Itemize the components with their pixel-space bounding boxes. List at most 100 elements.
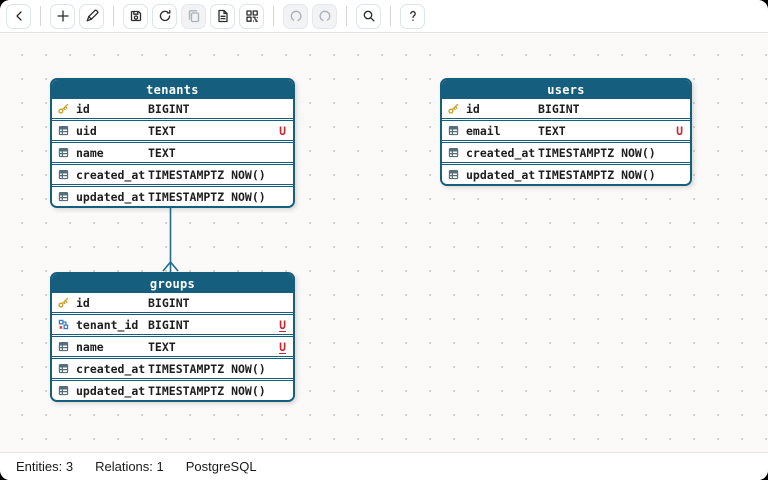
entity-title: tenants <box>146 83 199 97</box>
column-icon <box>447 168 461 181</box>
redo-button <box>312 4 337 29</box>
field-row-uid[interactable]: uidTEXTU <box>52 118 293 140</box>
entity-tenants[interactable]: tenantsidBIGINTuidTEXTUnameTEXTcreated_a… <box>50 78 295 208</box>
relations-count: Relations: 1 <box>95 459 164 474</box>
primary-key-icon <box>57 296 71 309</box>
column-icon <box>57 340 71 353</box>
field-type: TIMESTAMPTZ NOW() <box>148 384 286 398</box>
entity-header[interactable]: users <box>442 80 690 99</box>
unique-badge: U <box>279 340 286 354</box>
field-name: uid <box>76 124 148 138</box>
save-button[interactable] <box>123 4 148 29</box>
entity-title: groups <box>150 277 195 291</box>
field-row-id[interactable]: idBIGINT <box>442 99 690 118</box>
field-name: id <box>76 102 148 116</box>
toolbar <box>0 0 768 33</box>
column-icon <box>57 384 71 397</box>
field-type: TIMESTAMPTZ NOW() <box>148 168 286 182</box>
column-icon <box>57 168 71 181</box>
field-name: name <box>76 340 148 354</box>
field-name: created_at <box>76 362 148 376</box>
field-row-updated_at[interactable]: updated_atTIMESTAMPTZ NOW() <box>52 378 293 400</box>
primary-key-icon <box>57 102 71 115</box>
column-icon <box>57 124 71 137</box>
relation-tenants-groups <box>162 198 179 272</box>
field-name: email <box>466 124 538 138</box>
toolbar-divider <box>346 6 347 26</box>
column-icon <box>57 190 71 203</box>
unique-badge: U <box>279 124 286 138</box>
field-row-updated_at[interactable]: updated_atTIMESTAMPTZ NOW() <box>442 162 690 184</box>
entity-groups[interactable]: groupsidBIGINTtenant_idBIGINTUnameTEXTUc… <box>50 272 295 402</box>
copy-icon <box>186 8 202 24</box>
field-type: TIMESTAMPTZ NOW() <box>148 190 286 204</box>
field-name: updated_at <box>76 190 148 204</box>
field-row-name[interactable]: nameTEXTU <box>52 334 293 356</box>
column-icon <box>57 362 71 375</box>
search-button[interactable] <box>356 4 381 29</box>
qr-grid-icon <box>244 8 260 24</box>
field-type: TEXT <box>538 124 676 138</box>
refresh-button[interactable] <box>152 4 177 29</box>
pen-icon <box>84 8 100 24</box>
field-row-name[interactable]: nameTEXT <box>52 140 293 162</box>
field-type: TEXT <box>148 124 279 138</box>
database-dialect: PostgreSQL <box>186 459 257 474</box>
field-row-id[interactable]: idBIGINT <box>52 293 293 312</box>
field-type: BIGINT <box>538 102 683 116</box>
column-icon <box>57 146 71 159</box>
field-row-tenant_id[interactable]: tenant_idBIGINTU <box>52 312 293 334</box>
undo-button <box>283 4 308 29</box>
field-row-email[interactable]: emailTEXTU <box>442 118 690 140</box>
redo-icon <box>317 8 333 24</box>
grid-view-button[interactable] <box>239 4 264 29</box>
field-name: tenant_id <box>76 318 148 332</box>
field-name: created_at <box>76 168 148 182</box>
plus-icon <box>55 8 71 24</box>
refresh-icon <box>157 8 173 24</box>
toolbar-divider <box>40 6 41 26</box>
back-button[interactable] <box>6 4 31 29</box>
unique-badge: U <box>279 318 286 332</box>
field-type: TIMESTAMPTZ NOW() <box>538 146 683 160</box>
field-type: BIGINT <box>148 318 279 332</box>
column-icon <box>447 146 461 159</box>
help-button[interactable] <box>400 4 425 29</box>
field-row-id[interactable]: idBIGINT <box>52 99 293 118</box>
edit-button[interactable] <box>79 4 104 29</box>
field-name: created_at <box>466 146 538 160</box>
chevron-left-icon <box>11 8 27 24</box>
save-icon <box>128 8 144 24</box>
file-text-icon <box>215 8 231 24</box>
primary-key-icon <box>447 102 461 115</box>
field-type: TIMESTAMPTZ NOW() <box>538 168 683 182</box>
field-name: id <box>466 102 538 116</box>
entity-header[interactable]: tenants <box>52 80 293 99</box>
export-button[interactable] <box>210 4 235 29</box>
status-bar: Entities: 3 Relations: 1 PostgreSQL <box>0 452 768 480</box>
field-type: TIMESTAMPTZ NOW() <box>148 362 286 376</box>
undo-icon <box>288 8 304 24</box>
add-table-button[interactable] <box>50 4 75 29</box>
entity-header[interactable]: groups <box>52 274 293 293</box>
entity-users[interactable]: usersidBIGINTemailTEXTUcreated_atTIMESTA… <box>440 78 692 186</box>
toolbar-divider <box>390 6 391 26</box>
field-type: BIGINT <box>148 296 286 310</box>
diagram-canvas[interactable]: tenantsidBIGINTuidTEXTUnameTEXTcreated_a… <box>0 33 768 452</box>
field-row-created_at[interactable]: created_atTIMESTAMPTZ NOW() <box>442 140 690 162</box>
entities-count: Entities: 3 <box>16 459 73 474</box>
field-type: TEXT <box>148 146 286 160</box>
toolbar-divider <box>113 6 114 26</box>
field-row-created_at[interactable]: created_atTIMESTAMPTZ NOW() <box>52 356 293 378</box>
field-type: TEXT <box>148 340 279 354</box>
field-name: id <box>76 296 148 310</box>
field-name: updated_at <box>466 168 538 182</box>
field-row-created_at[interactable]: created_atTIMESTAMPTZ NOW() <box>52 162 293 184</box>
field-type: BIGINT <box>148 102 286 116</box>
field-row-updated_at[interactable]: updated_atTIMESTAMPTZ NOW() <box>52 184 293 206</box>
search-icon <box>361 8 377 24</box>
unique-badge: U <box>676 124 683 138</box>
app-window: tenantsidBIGINTuidTEXTUnameTEXTcreated_a… <box>0 0 768 480</box>
field-name: updated_at <box>76 384 148 398</box>
help-icon <box>405 8 421 24</box>
